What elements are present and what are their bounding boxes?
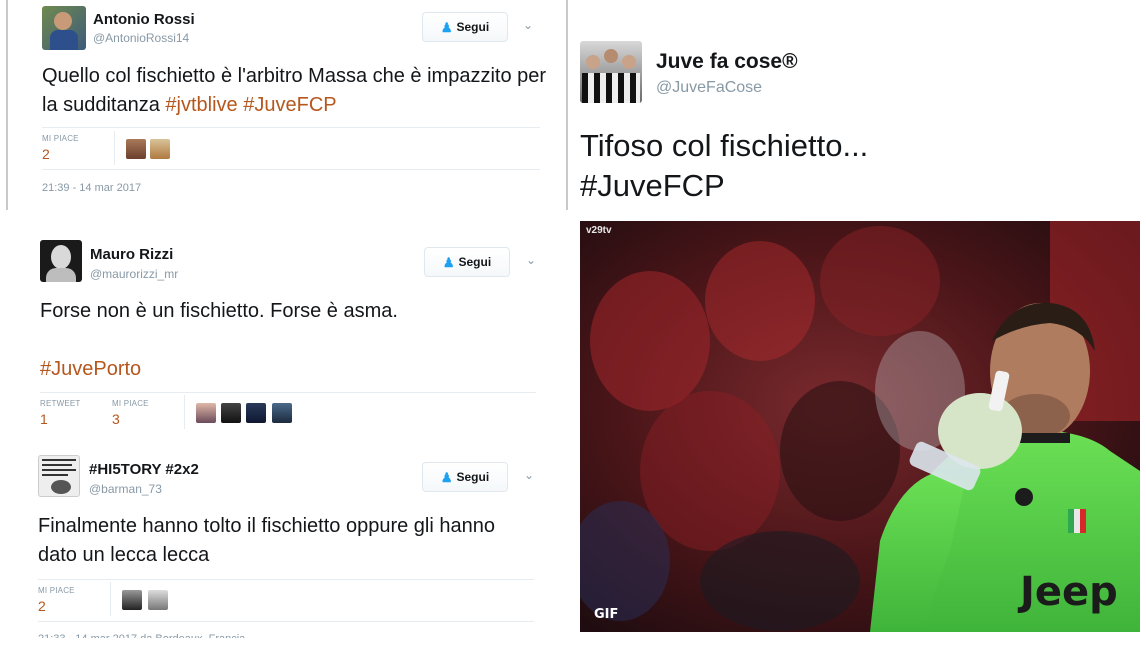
user-handle[interactable]: @maurorizzi_mr [90, 267, 178, 281]
hashtag-link[interactable]: #jvtblive [165, 94, 237, 116]
chevron-down-icon[interactable]: ⌄ [526, 253, 536, 267]
tweet-text: Tifoso col fischietto... [580, 128, 869, 163]
avatar[interactable] [38, 455, 80, 497]
user-name[interactable]: Juve fa cose® [656, 50, 798, 74]
divider [38, 621, 534, 622]
gif-badge: GIF [594, 607, 619, 622]
tweet-mauro-rizzi: Mauro Rizzi @maurorizzi_mr ♟ Segui ⌄ For… [0, 232, 562, 437]
add-user-icon: ♟ [442, 254, 455, 270]
user-name[interactable]: Mauro Rizzi [90, 246, 173, 263]
add-user-icon: ♟ [440, 469, 453, 485]
divider [110, 582, 111, 616]
retweet-label: RETWEET [40, 399, 81, 408]
follow-button[interactable]: ♟ Segui [422, 462, 508, 492]
tweet-text: Forse non è un fischietto. Forse è asma. [40, 300, 398, 322]
hashtag-link[interactable]: #JuvePorto [40, 355, 141, 384]
avatar[interactable] [40, 240, 82, 282]
chevron-down-icon[interactable]: ⌄ [523, 18, 533, 32]
user-handle[interactable]: @barman_73 [89, 482, 162, 496]
left-border-line [6, 0, 8, 210]
tweet-antonio-rossi: Antonio Rossi @AntonioRossi14 ♟ Segui ⌄ … [10, 0, 562, 210]
chevron-down-icon[interactable]: ⌄ [524, 468, 534, 482]
divider [42, 127, 540, 128]
user-handle[interactable]: @AntonioRossi14 [93, 31, 189, 45]
tweet-timestamp[interactable]: 21:39 - 14 mar 2017 [42, 182, 141, 194]
user-handle[interactable]: @JuveFaCose [656, 79, 762, 97]
add-user-icon: ♟ [440, 19, 453, 35]
follow-label: Segui [456, 20, 490, 34]
avatar[interactable] [580, 41, 642, 103]
divider [38, 579, 534, 580]
liker-avatar[interactable] [221, 403, 241, 423]
liker-avatar[interactable] [126, 139, 146, 159]
divider [114, 131, 115, 165]
tweet-timestamp[interactable]: 21:33 - 14 mar 2017 da Bordeaux, Francia [38, 633, 245, 638]
follow-button[interactable]: ♟ Segui [422, 12, 508, 42]
user-name[interactable]: Antonio Rossi [93, 11, 195, 28]
liker-avatar[interactable] [150, 139, 170, 159]
follow-label: Segui [456, 470, 490, 484]
hashtag-link[interactable]: #JuveFCP [580, 166, 725, 206]
likes-count[interactable]: 2 [42, 146, 50, 162]
liker-avatar[interactable] [272, 403, 292, 423]
tweet-history: #HI5TORY #2x2 @barman_73 ♟ Segui ⌄ Final… [0, 447, 562, 645]
retweet-count[interactable]: 1 [40, 411, 48, 427]
divider [40, 392, 536, 393]
tweet-text: Quello col fischietto è l'arbitro Massa … [42, 62, 552, 120]
liker-avatar[interactable] [246, 403, 266, 423]
avatar[interactable] [42, 6, 86, 50]
likes-label: MI PIACE [42, 134, 79, 143]
hashtag-link[interactable]: #JuveFCP [243, 94, 336, 116]
video-watermark: v29tv [586, 225, 612, 236]
tweet-juve-fa-cose: Juve fa cose® @JuveFaCose Tifoso col fis… [570, 0, 1146, 645]
user-name[interactable]: #HI5TORY #2x2 [89, 461, 199, 478]
likes-label: MI PIACE [112, 399, 149, 408]
divider [42, 169, 540, 170]
liker-avatar[interactable] [122, 590, 142, 610]
jersey-sponsor-text: Jeep [1020, 569, 1118, 615]
likes-count[interactable]: 2 [38, 598, 46, 614]
likes-label: MI PIACE [38, 586, 75, 595]
follow-label: Segui [458, 255, 492, 269]
likes-count[interactable]: 3 [112, 411, 120, 427]
tweet-text: Finalmente hanno tolto il fischietto opp… [38, 515, 495, 566]
liker-avatar[interactable] [196, 403, 216, 423]
center-separator-line [566, 0, 568, 210]
gif-media[interactable]: v29tv Jeep GIF [580, 221, 1140, 632]
follow-button[interactable]: ♟ Segui [424, 247, 510, 277]
divider [184, 395, 185, 429]
liker-avatar[interactable] [148, 590, 168, 610]
